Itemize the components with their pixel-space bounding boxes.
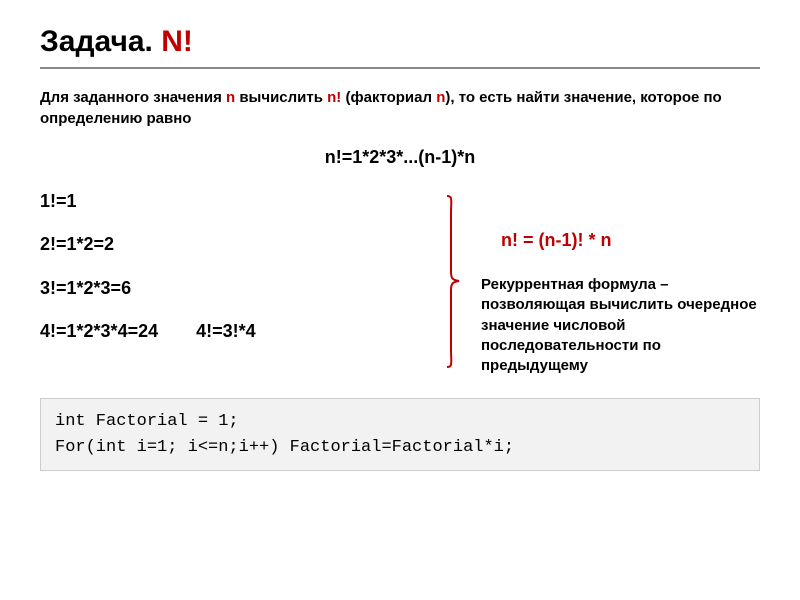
desc-p1: Для заданного значения — [40, 89, 226, 106]
desc-n1: n — [226, 89, 235, 106]
example-4a: 4!=1*2*3*4=24 — [40, 320, 158, 343]
title-red: N! — [161, 25, 193, 58]
code-line-1: int Factorial = 1; — [55, 409, 745, 435]
recurrent-description: Рекуррентная формула – позволяющая вычис… — [481, 275, 760, 376]
main-formula: n!=1*2*3*...(n-1)*n — [40, 147, 760, 168]
right-column: n! = (n-1)! * n Рекуррентная формула – п… — [481, 190, 760, 376]
desc-p2: вычислить — [235, 89, 327, 106]
title-divider — [40, 67, 760, 69]
desc-p3: (факториал — [341, 89, 436, 106]
code-block: int Factorial = 1; For(int i=1; i<=n;i++… — [40, 398, 760, 471]
title-prefix: Задача. — [40, 25, 161, 58]
example-3: 3!=1*2*3=6 — [40, 277, 425, 300]
desc-n3: n — [436, 89, 445, 106]
curly-bracket-icon — [445, 190, 461, 376]
recurrent-formula: n! = (n-1)! * n — [481, 230, 760, 251]
body-grid: 1!=1 2!=1*2=2 3!=1*2*3=6 4!=1*2*3*4=24 4… — [40, 190, 760, 376]
examples: 1!=1 2!=1*2=2 3!=1*2*3=6 4!=1*2*3*4=24 4… — [40, 190, 425, 344]
code-line-2: For(int i=1; i<=n;i++) Factorial=Factori… — [55, 435, 745, 461]
example-4b: 4!=3!*4 — [196, 320, 256, 343]
left-column: 1!=1 2!=1*2=2 3!=1*2*3=6 4!=1*2*3*4=24 4… — [40, 190, 425, 376]
description: Для заданного значения n вычислить n! (ф… — [40, 87, 760, 129]
example-2: 2!=1*2=2 — [40, 233, 425, 256]
example-4: 4!=1*2*3*4=24 4!=3!*4 — [40, 320, 425, 343]
desc-n2: n! — [327, 89, 341, 106]
slide-title: Задача. N! — [40, 25, 760, 59]
example-1: 1!=1 — [40, 190, 425, 213]
